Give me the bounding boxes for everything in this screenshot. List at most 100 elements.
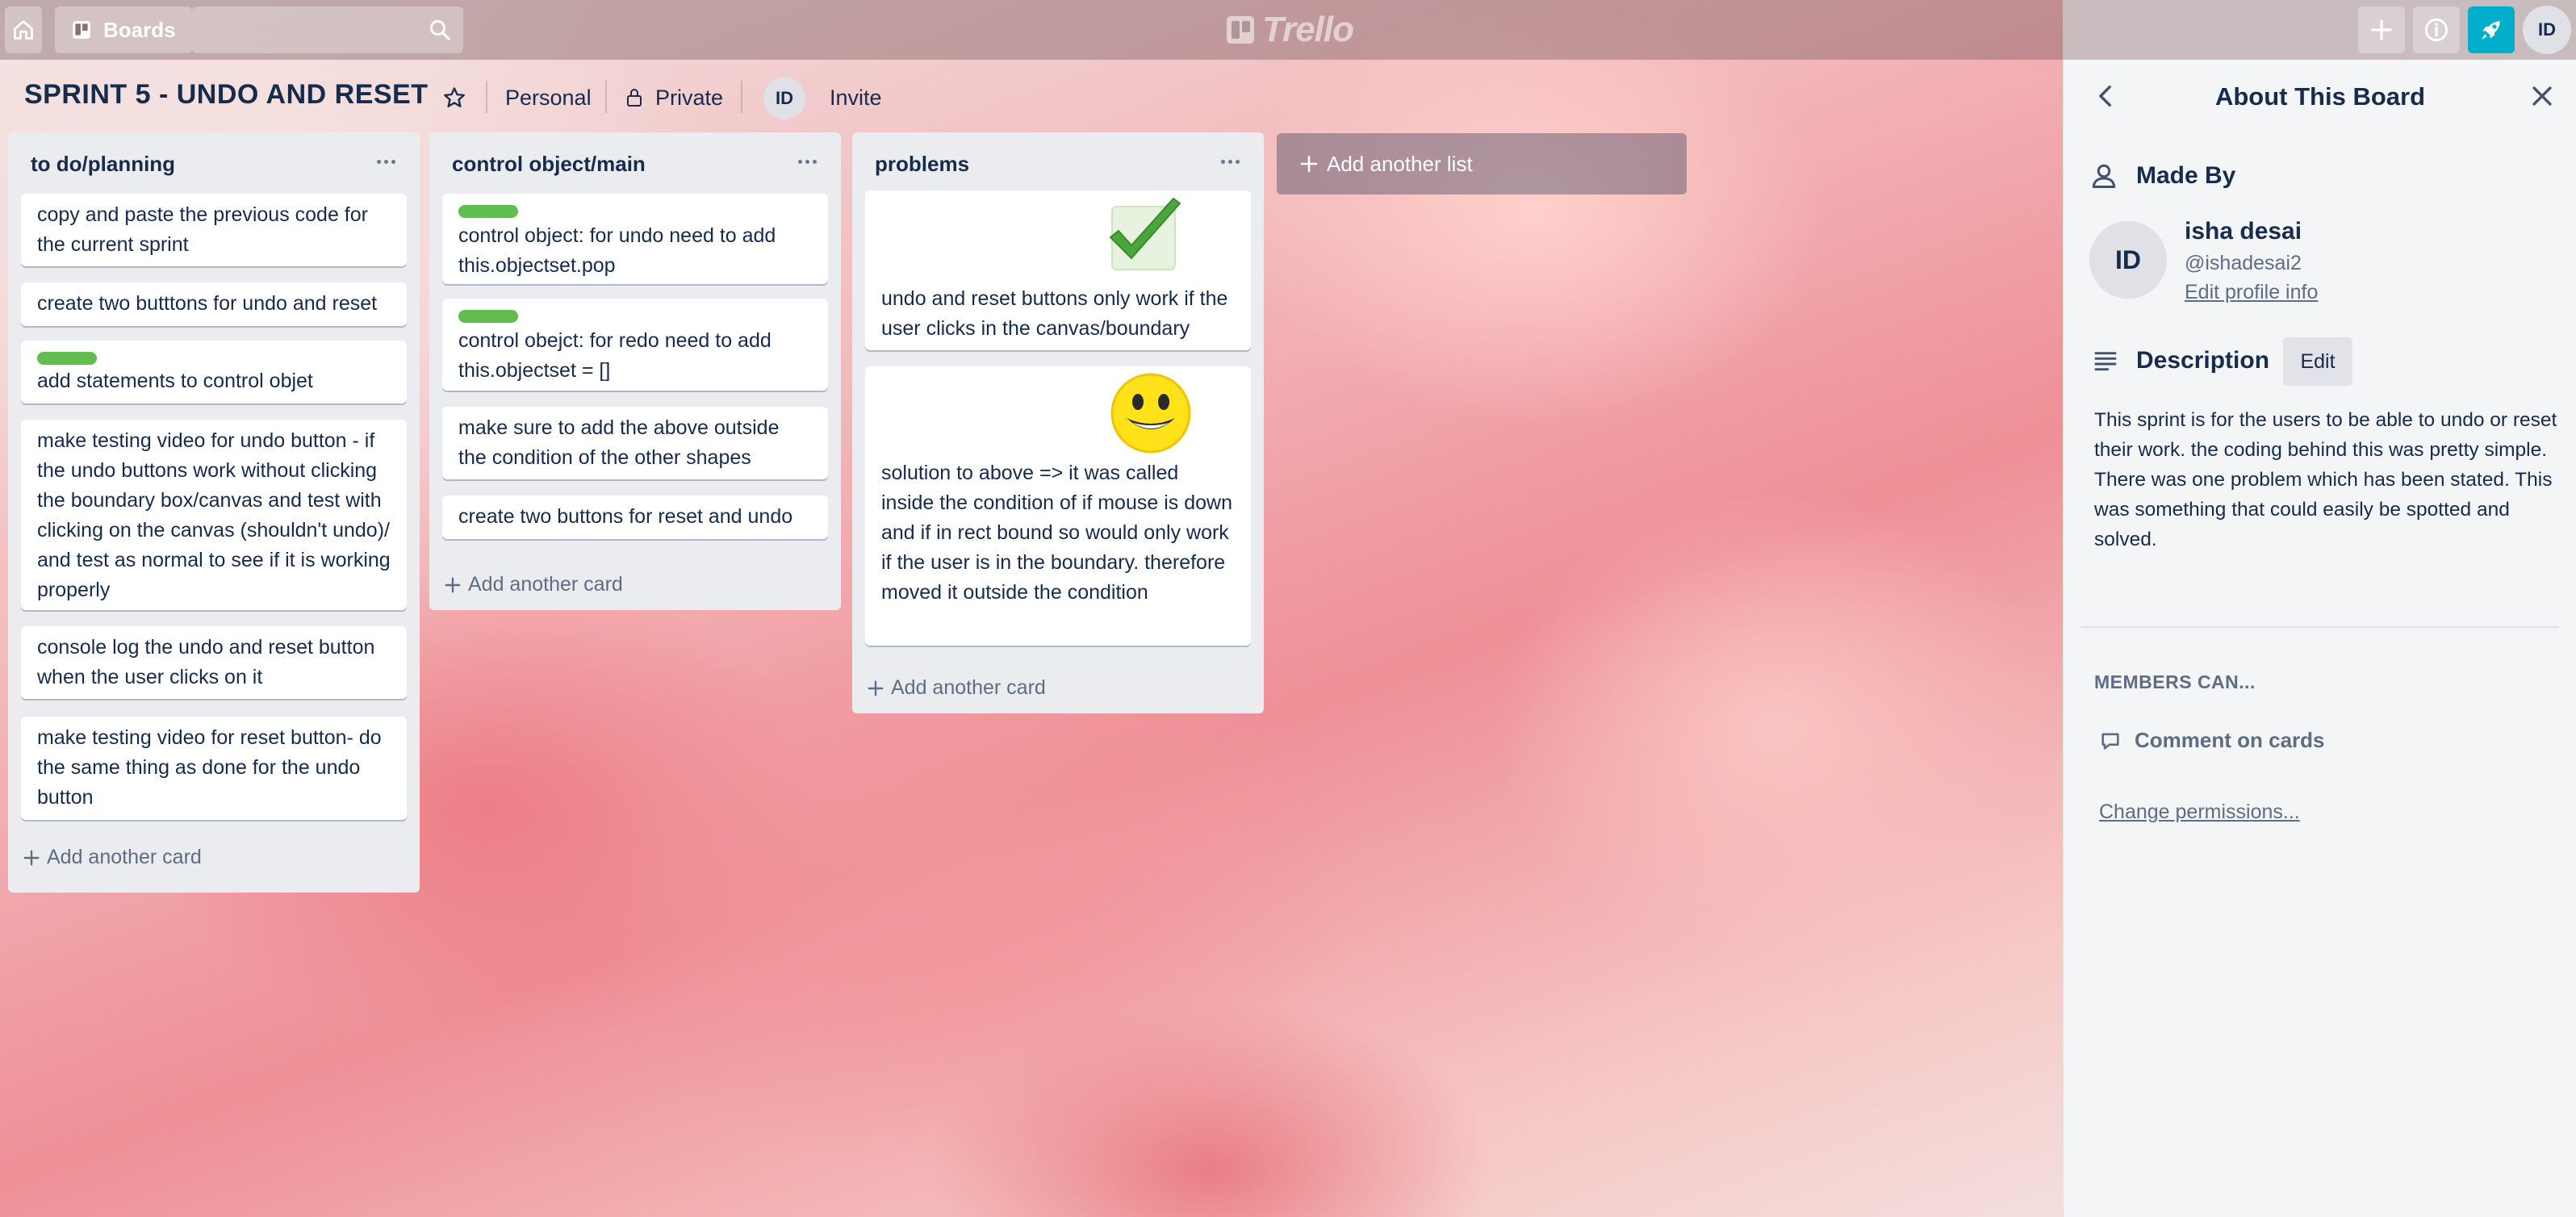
ellipsis-icon xyxy=(797,159,802,164)
user-avatar[interactable]: ID xyxy=(2523,6,2571,54)
card-title: create two butttons for undo and reset xyxy=(37,292,378,315)
sidebar-title: About This Board xyxy=(2214,82,2426,111)
header-divider xyxy=(486,81,487,113)
list-header: to do/planning xyxy=(8,132,420,194)
creator-handle: @ishadesai2 xyxy=(2185,252,2302,274)
creator-avatar[interactable]: ID xyxy=(2089,221,2167,299)
add-card-label: Add another card xyxy=(468,573,623,596)
smiley-sticker-icon xyxy=(1110,373,1191,454)
search-icon[interactable] xyxy=(428,18,452,42)
card-title: control object: for undo need to add thi… xyxy=(458,224,776,277)
list-header: control object/main xyxy=(429,132,841,194)
list-title[interactable]: problems xyxy=(875,152,969,177)
plus-icon xyxy=(1300,155,1318,173)
add-list-button[interactable]: Add another list xyxy=(1277,133,1687,194)
lock-icon xyxy=(627,89,642,107)
board-description[interactable]: This sprint is for the users to be able … xyxy=(2094,405,2562,554)
comment-icon xyxy=(2101,733,2119,750)
sidebar-divider xyxy=(2081,626,2559,628)
visibility-label: Private xyxy=(655,85,724,110)
create-button[interactable] xyxy=(2358,6,2405,53)
ellipsis-icon xyxy=(1235,159,1240,164)
card-title: console log the undo and reset button wh… xyxy=(37,636,375,688)
list-problems: problems undo and reset buttons only wor… xyxy=(852,132,1264,713)
ellipsis-icon xyxy=(391,159,395,164)
list-title[interactable]: control object/main xyxy=(452,152,646,177)
creator-name: isha desai xyxy=(2185,218,2302,245)
edit-profile-link[interactable]: Edit profile info xyxy=(2185,281,2318,304)
list-control-object-main: control object/main control object: for … xyxy=(429,132,841,610)
notifications-button[interactable] xyxy=(2468,6,2515,53)
rocket-icon xyxy=(2482,21,2500,40)
list-card[interactable]: console log the undo and reset button wh… xyxy=(21,626,407,699)
ellipsis-icon xyxy=(383,159,388,164)
list-menu-button[interactable] xyxy=(791,145,823,178)
list-card[interactable]: make testing video for reset button- do … xyxy=(21,717,407,820)
add-list-label: Add another list xyxy=(1327,151,1473,176)
member-avatar[interactable]: ID xyxy=(763,77,805,119)
star-button[interactable] xyxy=(442,82,466,114)
person-icon xyxy=(2092,164,2116,188)
checkmark-sticker-icon xyxy=(1110,198,1181,270)
list-to-do-planning: to do/planning copy and paste the previo… xyxy=(8,132,420,893)
info-icon xyxy=(2424,18,2448,42)
edit-description-button[interactable]: Edit xyxy=(2283,337,2352,386)
card-title: undo and reset buttons only work if the … xyxy=(881,287,1228,340)
team-button[interactable]: Personal xyxy=(505,82,592,114)
info-button[interactable] xyxy=(2413,6,2460,53)
list-card[interactable]: control object: for undo need to add thi… xyxy=(442,194,828,284)
boards-icon xyxy=(73,21,90,39)
search-input[interactable] xyxy=(192,6,463,53)
list-menu-button[interactable] xyxy=(1214,145,1246,178)
made-by-label: Made By xyxy=(2136,162,2236,189)
card-title: make testing video for reset button- do … xyxy=(37,726,382,809)
list-header: problems xyxy=(852,132,1264,194)
card-title: create two buttons for reset and undo xyxy=(458,505,793,528)
plus-icon xyxy=(2371,19,2392,40)
star-icon xyxy=(444,87,465,107)
description-heading: Description xyxy=(2093,347,2269,374)
board-title[interactable]: SPRINT 5 - UNDO AND RESET xyxy=(24,79,429,111)
comment-permission-label: Comment on cards xyxy=(2135,728,2325,752)
list-menu-button[interactable] xyxy=(370,145,402,178)
trello-logo-text: Trello xyxy=(1262,10,1354,49)
list-card[interactable]: undo and reset buttons only work if the … xyxy=(865,190,1251,350)
made-by-heading: Made By xyxy=(2089,161,2235,190)
card-title: make sure to add the above outside the c… xyxy=(458,416,780,469)
add-card-button[interactable]: Add another card xyxy=(23,846,202,869)
close-icon[interactable] xyxy=(2528,82,2556,110)
visibility-button[interactable]: Private xyxy=(625,82,723,114)
list-card[interactable]: create two buttons for reset and undo xyxy=(442,496,828,539)
list-title[interactable]: to do/planning xyxy=(31,152,175,177)
list-card[interactable]: control obejct: for redo need to add thi… xyxy=(442,299,828,391)
trello-logo[interactable]: Trello xyxy=(1227,10,1354,50)
list-card[interactable]: make sure to add the above outside the c… xyxy=(442,407,828,479)
team-label: Personal xyxy=(505,85,592,110)
card-title: make testing video for undo button - if … xyxy=(37,429,391,601)
add-card-label: Add another card xyxy=(891,676,1046,699)
board-menu-sidebar: About This Board Made By ID isha desai @… xyxy=(2063,60,2576,1217)
header-divider xyxy=(605,81,607,113)
boards-button[interactable]: Boards xyxy=(55,6,192,53)
list-card[interactable]: solution to above => it was called insid… xyxy=(865,366,1251,646)
invite-button[interactable]: Invite xyxy=(830,82,882,114)
add-card-label: Add another card xyxy=(47,846,202,868)
boards-label: Boards xyxy=(103,17,176,42)
home-button[interactable] xyxy=(5,6,42,53)
list-card[interactable]: add statements to control objet xyxy=(21,341,407,404)
card-title: solution to above => it was called insid… xyxy=(881,462,1232,604)
list-card[interactable]: create two butttons for undo and reset xyxy=(21,282,407,326)
header-divider xyxy=(741,81,742,113)
description-label: Description xyxy=(2136,347,2270,374)
add-card-button[interactable]: Add another card xyxy=(867,676,1046,700)
ellipsis-icon xyxy=(805,159,809,164)
ellipsis-icon xyxy=(812,159,817,164)
list-card[interactable]: make testing video for undo button - if … xyxy=(21,420,407,610)
trello-logo-mark xyxy=(1227,16,1254,44)
change-permissions-link[interactable]: Change permissions... xyxy=(2099,801,2300,824)
plus-icon xyxy=(445,577,461,592)
green-label xyxy=(458,310,518,323)
ellipsis-icon xyxy=(376,159,381,164)
add-card-button[interactable]: Add another card xyxy=(444,573,623,596)
list-card[interactable]: copy and paste the previous code for the… xyxy=(21,194,407,266)
